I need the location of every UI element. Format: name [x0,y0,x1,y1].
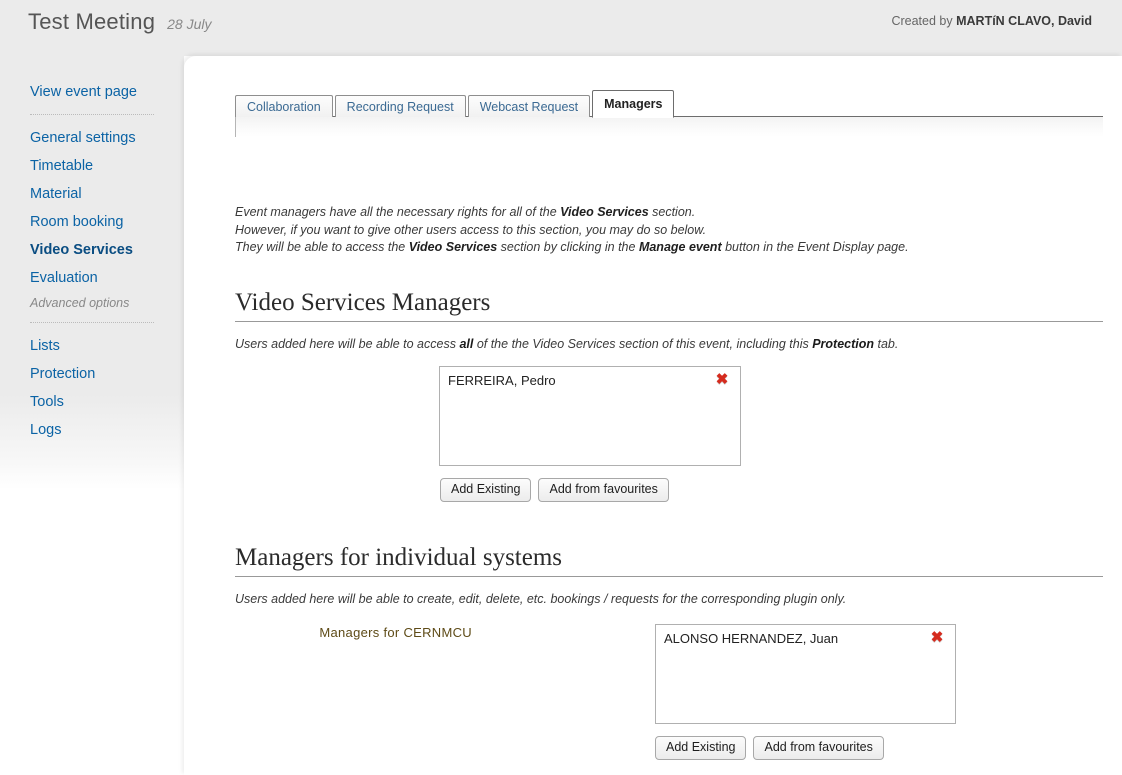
add-from-favourites-button[interactable]: Add from favourites [753,736,884,760]
intro-line-3-b: Video Services [408,240,498,254]
sidebar-divider-advanced [30,322,154,323]
intro-text: Event managers have all the necessary ri… [235,204,1105,257]
created-by: Created by MARTíN CLAVO, David [891,14,1092,28]
tabs-area: Collaboration Recording Request Webcast … [235,90,1103,137]
note-vsm-a: Users added here will be able to access [235,337,460,351]
delete-icon[interactable]: ✖ [929,630,945,646]
page-header: Test Meeting 28 July Created by MARTíN C… [0,0,1122,56]
video-services-managers-list: FERREIRA, Pedro ✖ [439,366,741,466]
event-date: 28 July [167,16,212,32]
sidebar-item-logs[interactable]: Logs [0,416,184,444]
cernmcu-managers-list: ALONSO HERNANDEZ, Juan ✖ [655,624,956,724]
intro-line-1-a: Event managers have all the necessary ri… [235,205,561,219]
tab-recording-request[interactable]: Recording Request [334,95,466,117]
content-panel: Collaboration Recording Request Webcast … [184,56,1122,775]
note-vsm-b: all [459,337,474,351]
sidebar-item-video-services[interactable]: Video Services [0,236,184,264]
sidebar: View event page General settings Timetab… [0,56,184,490]
intro-line-3-e: button in the Event Display page. [721,240,909,254]
event-header-titles: Test Meeting 28 July [28,9,212,35]
sidebar-item-material[interactable]: Material [0,180,184,208]
user-name: FERREIRA, Pedro [448,373,556,388]
section-note-video-services-managers: Users added here will be able to access … [235,337,1105,351]
sidebar-item-lists[interactable]: Lists [0,332,184,360]
tab-managers[interactable]: Managers [592,90,675,118]
sidebar-item-evaluation[interactable]: Evaluation [0,264,184,292]
intro-line-2: However, if you want to give other users… [235,222,707,237]
list-item: FERREIRA, Pedro ✖ [448,371,732,391]
list-item: ALONSO HERNANDEZ, Juan ✖ [664,629,947,649]
tab-panel-top [235,116,1103,137]
section-heading-individual-systems: Managers for individual systems [235,544,1103,577]
intro-line-1-c: section. [648,205,696,219]
note-vsm-c: of the the Video Services section of thi… [473,337,813,351]
add-from-favourites-button[interactable]: Add from favourites [538,478,669,502]
sidebar-divider-top [30,114,154,115]
intro-line-3-c: section by clicking in the [497,240,639,254]
intro-line-3: They will be able to access the Video Se… [235,239,1105,257]
delete-icon[interactable]: ✖ [714,372,730,388]
user-name: ALONSO HERNANDEZ, Juan [664,631,839,646]
intro-line-1: Event managers have all the necessary ri… [235,204,1105,222]
intro-line-3-d: Manage event [638,240,722,254]
intro-line-3-a: They will be able to access the [235,240,409,254]
intro-line-1-b: Video Services [560,205,649,219]
section-heading-video-services-managers: Video Services Managers [235,289,1103,322]
sidebar-item-tools[interactable]: Tools [0,388,184,416]
note-vsm-d: Protection [812,337,875,351]
sidebar-item-timetable[interactable]: Timetable [0,152,184,180]
sidebar-item-view-event-page[interactable]: View event page [0,78,184,106]
sidebar-group-advanced-options: Advanced options [30,296,130,310]
cernmcu-managers-actions: Add Existing Add from favourites [655,736,884,760]
created-by-name: MARTíN CLAVO, David [956,14,1092,28]
tab-collaboration[interactable]: Collaboration [235,95,333,117]
sidebar-item-general-settings[interactable]: General settings [0,124,184,152]
tab-webcast-request[interactable]: Webcast Request [467,95,591,117]
label-managers-for-cernmcu: Managers for CERNMCU [319,625,472,640]
section-note-individual-systems: Users added here will be able to create,… [235,592,847,606]
page-title: Test Meeting [28,9,156,34]
video-services-managers-actions: Add Existing Add from favourites [440,478,669,502]
note-vsm-e: tab. [874,337,899,351]
sidebar-item-protection[interactable]: Protection [0,360,184,388]
add-existing-button[interactable]: Add Existing [440,478,532,502]
sidebar-item-room-booking[interactable]: Room booking [0,208,184,236]
tab-strip: Collaboration Recording Request Webcast … [235,90,1103,118]
add-existing-button[interactable]: Add Existing [655,736,747,760]
created-by-label: Created by [891,14,953,28]
